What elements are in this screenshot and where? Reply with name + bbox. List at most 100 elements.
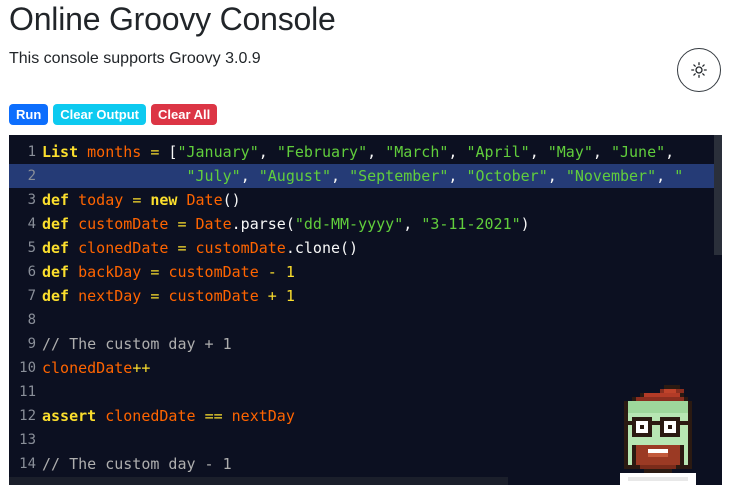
line-number: 11 xyxy=(19,384,36,400)
code-token: "July" xyxy=(186,167,241,185)
sun-icon xyxy=(691,62,707,78)
code-token: clonedDate xyxy=(78,239,169,257)
code-text: def customDate = Date.parse("dd-MM-yyyy"… xyxy=(42,212,530,236)
code-line[interactable]: 9 // The custom day + 1 xyxy=(9,332,722,356)
code-token: .parse( xyxy=(231,215,295,233)
code-line[interactable]: 8 xyxy=(9,308,722,332)
code-token: List xyxy=(42,143,79,161)
code-token: new xyxy=(150,191,178,209)
clear-all-button[interactable]: Clear All xyxy=(151,104,218,125)
code-token: [ xyxy=(159,143,178,161)
code-token: , xyxy=(448,167,467,185)
code-text: "July", "August", "September", "October"… xyxy=(42,164,684,188)
code-token: Date xyxy=(195,215,232,233)
code-text: clonedDate++ xyxy=(42,356,150,380)
code-token: "November" xyxy=(565,167,657,185)
code-token: , xyxy=(547,167,566,185)
code-token: backDay xyxy=(78,263,142,281)
code-line[interactable]: 3 def today = new Date() xyxy=(9,188,722,212)
code-line[interactable]: 12 assert clonedDate == nextDay xyxy=(9,404,722,428)
pixel-mascot-icon xyxy=(620,385,696,485)
page-title: Online Groovy Console xyxy=(9,1,336,37)
code-token: , xyxy=(448,143,467,161)
code-token: "March" xyxy=(385,143,449,161)
code-token: + xyxy=(267,287,277,305)
line-number: 5 xyxy=(27,240,36,256)
vertical-scrollbar[interactable] xyxy=(714,135,722,255)
line-number: 3 xyxy=(27,192,36,208)
code-token: == xyxy=(204,407,223,425)
code-token: "January" xyxy=(177,143,259,161)
code-token: , xyxy=(403,215,422,233)
code-token: , xyxy=(592,143,611,161)
line-number: 2 xyxy=(27,168,36,184)
theme-toggle-button[interactable] xyxy=(677,48,721,92)
code-token: , xyxy=(367,143,386,161)
code-token: Date xyxy=(186,191,223,209)
code-line[interactable]: 10 clonedDate++ xyxy=(9,356,722,380)
code-token: 1 xyxy=(285,287,295,305)
code-line[interactable]: 14 // The custom day - 1 xyxy=(9,452,722,476)
code-line[interactable]: 11 xyxy=(9,380,722,404)
code-line[interactable]: 2 "July", "August", "September", "Octobe… xyxy=(9,164,722,188)
code-token: customDate xyxy=(168,287,259,305)
code-text: List months = ["January", "February", "M… xyxy=(42,140,674,164)
toolbar: Run Clear Output Clear All xyxy=(9,104,218,125)
line-number: 7 xyxy=(27,288,36,304)
code-token: today xyxy=(78,191,124,209)
code-token: 1 xyxy=(285,263,295,281)
run-button[interactable]: Run xyxy=(9,104,49,125)
code-token: = xyxy=(177,239,187,257)
line-number: 4 xyxy=(27,216,36,232)
code-token: def xyxy=(42,191,70,209)
code-line[interactable]: 1 List months = ["January", "February", "… xyxy=(9,140,722,164)
code-token: nextDay xyxy=(78,287,142,305)
code-token: () xyxy=(222,191,241,209)
code-token: // The custom day - 1 xyxy=(42,455,232,473)
code-token: customDate xyxy=(195,239,286,257)
code-token: .clone() xyxy=(285,239,359,257)
code-text: assert clonedDate == nextDay xyxy=(42,404,295,428)
code-token: "May" xyxy=(547,143,593,161)
page-subtitle: This console supports Groovy 3.0.9 xyxy=(9,50,261,67)
code-token: nextDay xyxy=(231,407,295,425)
code-token: = xyxy=(177,215,187,233)
code-token: def xyxy=(42,239,70,257)
code-token: , xyxy=(258,143,277,161)
code-token: def xyxy=(42,215,70,233)
clear-output-button[interactable]: Clear Output xyxy=(53,104,147,125)
code-token: "August" xyxy=(258,167,331,185)
code-line[interactable]: 13 xyxy=(9,428,722,452)
code-token: "September" xyxy=(349,167,449,185)
code-token: customDate xyxy=(168,263,259,281)
code-editor[interactable]: 1 List months = ["January", "February", "… xyxy=(9,135,722,485)
line-number: 12 xyxy=(19,408,36,424)
code-token: = xyxy=(132,191,142,209)
code-token: assert xyxy=(42,407,97,425)
code-line[interactable]: 6 def backDay = customDate - 1 xyxy=(9,260,722,284)
code-token: months xyxy=(87,143,142,161)
code-line[interactable]: 4 def customDate = Date.parse("dd-MM-yyyy… xyxy=(9,212,722,236)
code-token: def xyxy=(42,287,70,305)
code-token: "April" xyxy=(466,143,530,161)
code-token: customDate xyxy=(78,215,169,233)
line-number: 8 xyxy=(27,312,36,328)
code-text: def today = new Date() xyxy=(42,188,241,212)
code-line[interactable]: 7 def nextDay = customDate + 1 xyxy=(9,284,722,308)
horizontal-scrollbar[interactable] xyxy=(9,477,509,485)
code-token: - xyxy=(267,263,277,281)
code-line[interactable]: 5 def clonedDate = customDate.clone() xyxy=(9,236,722,260)
code-token: "June" xyxy=(610,143,666,161)
